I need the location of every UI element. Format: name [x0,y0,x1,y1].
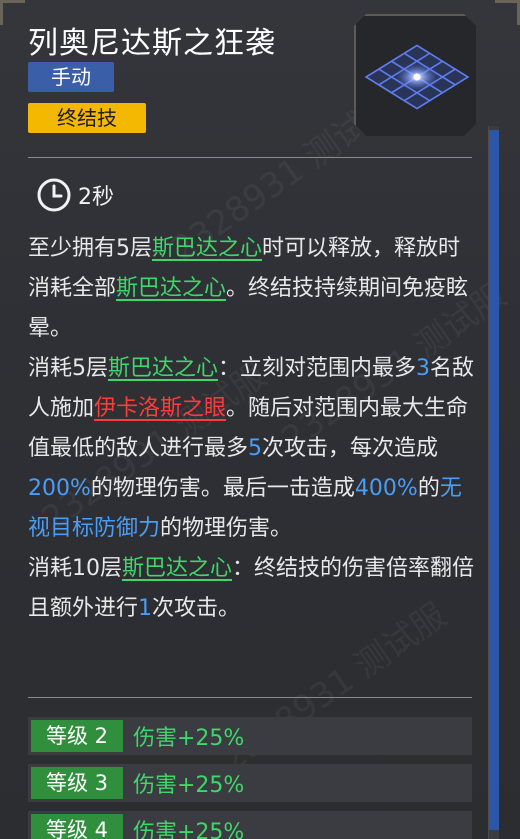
desc-text: 消耗5层 [28,356,108,381]
keyword-spartan-heart[interactable]: 斯巴达之心 [116,276,226,301]
desc-text: 的 [417,476,440,501]
levels-divider [28,697,472,698]
skill-description: 至少拥有5层斯巴达之心时可以释放，释放时消耗全部斯巴达之心。终结技持续期间免疫眩… [28,229,480,629]
description-paragraph: 消耗5层斯巴达之心：立刻对范围内最多3名敌人施加伊卡洛斯之眼。随后对范围内最大生… [28,349,480,549]
value-number: 3 [416,356,431,381]
desc-text: 至少拥有5层 [28,236,152,261]
finisher-tag: 终结技 [28,103,146,133]
manual-tag: 手动 [28,62,114,92]
level-effect: 伤害+25% [133,726,245,751]
value-number: 5 [248,436,263,461]
grid-skill-icon [364,44,470,110]
level-badge: 等级 2 [31,720,123,752]
description-paragraph: 消耗10层斯巴达之心：终结技的伤害倍率翻倍且额外进行1次攻击。 [28,549,480,629]
level-badge: 等级 3 [31,767,123,799]
desc-text: 次攻击。 [152,596,241,621]
desc-text: 的物理伤害。 [160,516,293,541]
keyword-spartan-heart[interactable]: 斯巴达之心 [152,236,262,261]
level-row: 等级 3 伤害+25% [28,764,472,802]
value-percent: 200% [28,476,91,501]
scroll-thumb[interactable] [489,130,499,830]
level-effect: 伤害+25% [133,773,245,798]
scrollbar[interactable] [488,126,499,839]
clock-icon [37,178,71,212]
cooldown-text: 2秒 [78,185,114,210]
skill-tooltip-panel: 2328931 测试服 2328931 测试服 2328931 测试服 2328… [0,0,520,839]
description-paragraph: 至少拥有5层斯巴达之心时可以释放，释放时消耗全部斯巴达之心。终结技持续期间免疫眩… [28,229,480,349]
cooldown-row: 2秒 [36,176,114,214]
value-percent: 400% [354,476,418,501]
skill-title: 列奥尼达斯之狂袭 [28,26,276,61]
frame-corner-left [0,0,25,25]
keyword-spartan-heart[interactable]: 斯巴达之心 [122,556,232,581]
desc-text: ：立刻对范围内最多 [218,356,417,381]
desc-text: 的物理伤害。最后一击造成 [90,476,355,501]
level-badge: 等级 4 [31,814,123,839]
desc-text: 消耗10层 [28,556,122,581]
header-divider [28,157,472,158]
desc-text: 次攻击，每次造成 [262,436,439,461]
level-row: 等级 4 伤害+25% [28,811,472,839]
skill-icon-frame [354,14,476,136]
value-number: 1 [138,596,153,621]
keyword-icarus-eye[interactable]: 伊卡洛斯之眼 [94,396,226,421]
keyword-spartan-heart[interactable]: 斯巴达之心 [108,356,218,381]
frame-corner-right [495,0,520,25]
level-row: 等级 2 伤害+25% [28,717,472,755]
level-effect: 伤害+25% [133,820,245,839]
